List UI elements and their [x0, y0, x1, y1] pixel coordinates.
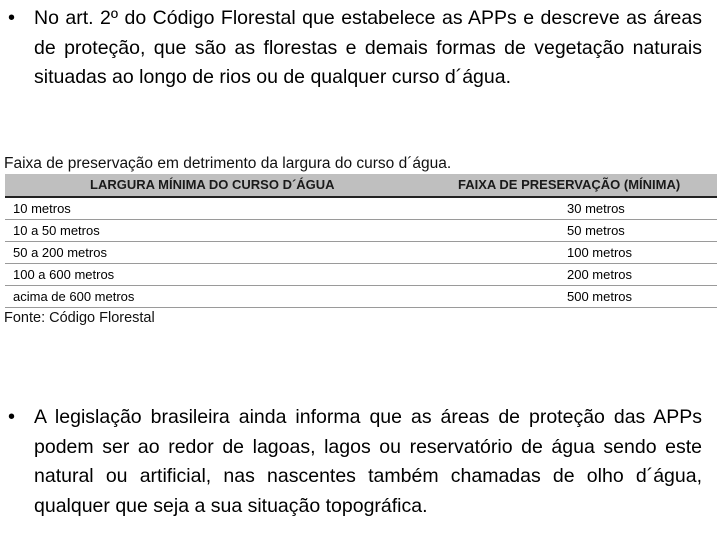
- cell-width: acima de 600 metros: [13, 289, 135, 304]
- cell-strip: 50 metros: [567, 223, 625, 238]
- cell-strip: 30 metros: [567, 201, 625, 216]
- preservation-table: LARGURA MÍNIMA DO CURSO D´ÁGUA FAIXA DE …: [5, 174, 717, 308]
- table-row: 100 a 600 metros 200 metros: [5, 264, 717, 286]
- header-min-width: LARGURA MÍNIMA DO CURSO D´ÁGUA: [90, 177, 335, 192]
- cell-width: 50 a 200 metros: [13, 245, 107, 260]
- table-caption: Faixa de preservação em detrimento da la…: [4, 155, 452, 172]
- table-row: acima de 600 metros 500 metros: [5, 286, 717, 308]
- cell-strip: 200 metros: [567, 267, 633, 282]
- bullet-icon: •: [8, 7, 16, 29]
- cell-strip: 100 metros: [567, 245, 633, 260]
- paragraph-2-text: A legislação brasileira ainda informa qu…: [34, 406, 702, 517]
- cell-width: 10 metros: [13, 201, 71, 216]
- cell-width: 10 a 50 metros: [13, 223, 100, 238]
- header-preservation-strip: FAIXA DE PRESERVAÇÃO (MÍNIMA): [458, 177, 681, 192]
- bullet-icon: •: [8, 406, 16, 428]
- table-header-row: LARGURA MÍNIMA DO CURSO D´ÁGUA FAIXA DE …: [5, 174, 717, 198]
- table-row: 10 metros 30 metros: [5, 198, 717, 220]
- cell-strip: 500 metros: [567, 289, 633, 304]
- paragraph-1-text: No art. 2º do Código Florestal que estab…: [34, 7, 702, 88]
- table-row: 50 a 200 metros 100 metros: [5, 242, 717, 264]
- table-row: 10 a 50 metros 50 metros: [5, 220, 717, 242]
- cell-width: 100 a 600 metros: [13, 267, 115, 282]
- table-source: Fonte: Código Florestal: [4, 310, 155, 326]
